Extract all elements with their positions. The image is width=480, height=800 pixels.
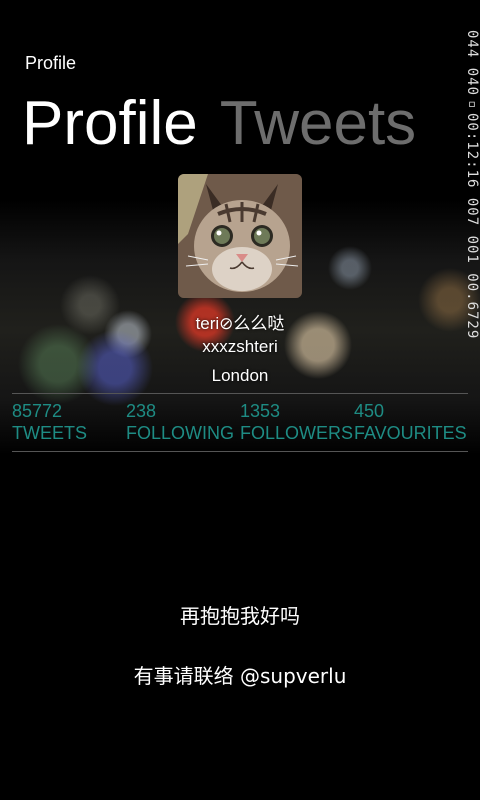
stat-favourites-value: 450 (354, 401, 385, 421)
bio-line-1: 再抱抱我好吗 (180, 604, 300, 628)
username: xxxzshteri (202, 337, 278, 356)
app-title: Profile (25, 53, 77, 73)
stat-followers[interactable]: 1353 FOLLOWERS (240, 400, 353, 444)
stat-favourites-label: FAVOURITES (354, 423, 467, 443)
stat-tweets[interactable]: 85772 TWEETS (12, 400, 87, 444)
stat-tweets-label: TWEETS (12, 423, 87, 443)
display-name: teri⊘么么哒 (195, 314, 285, 333)
stat-tweets-value: 85772 (12, 401, 63, 421)
stat-followers-value: 1353 (240, 401, 281, 421)
tab-profile[interactable]: Profile (22, 89, 198, 158)
stat-following-label: FOLLOWING (126, 423, 235, 443)
stat-followers-label: FOLLOWERS (240, 423, 354, 443)
stat-following-value: 238 (126, 401, 157, 421)
avatar[interactable] (178, 174, 302, 298)
pivot-header: Profile Tweets (22, 84, 416, 164)
cat-photo-icon (178, 174, 302, 298)
stat-following[interactable]: 238 FOLLOWING (126, 400, 234, 444)
bio-line-2: 有事请联络 @supverlu (133, 664, 347, 688)
location: London (211, 366, 269, 385)
stats-bar: 85772 TWEETS 238 FOLLOWING 1353 FOLLOWER… (12, 393, 468, 452)
tab-tweets[interactable]: Tweets (220, 89, 416, 158)
stat-favourites[interactable]: 450 FAVOURITES (354, 400, 467, 444)
